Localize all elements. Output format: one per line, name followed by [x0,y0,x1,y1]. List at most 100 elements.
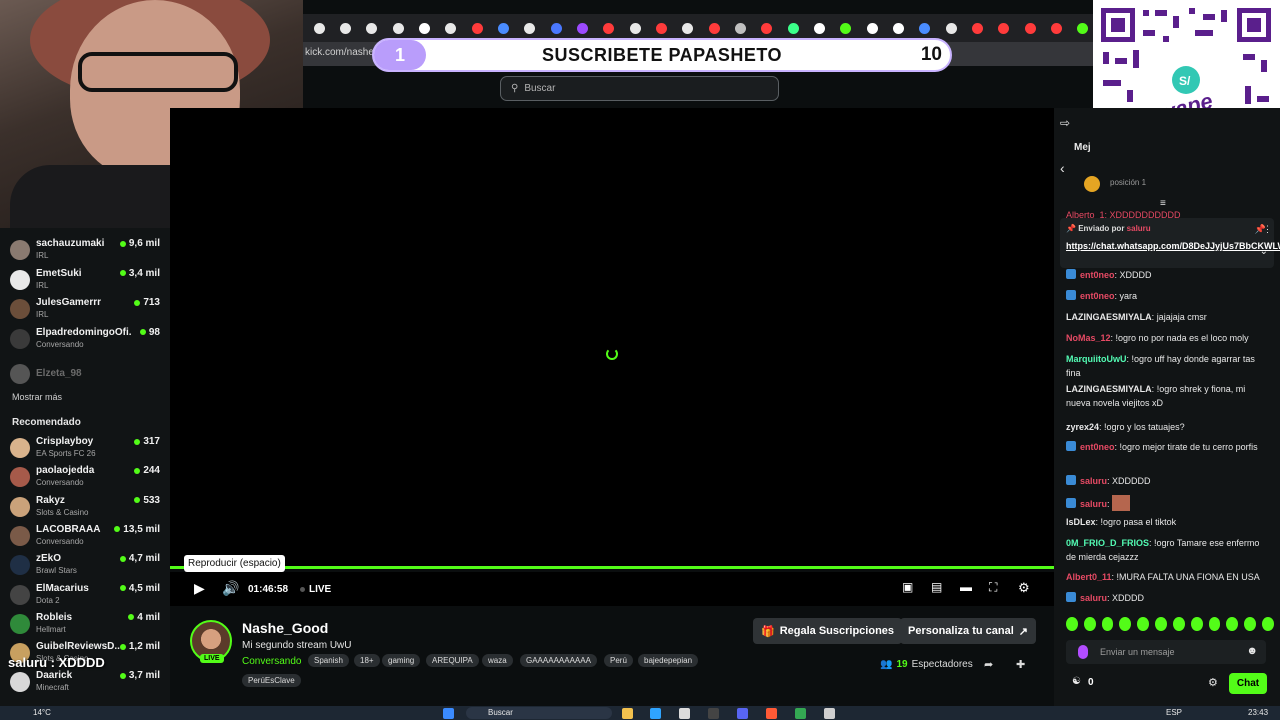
gift-subscriptions-button[interactable]: 🎁 Regala Suscripciones [753,618,903,644]
weather-temp[interactable]: 14°C [33,708,51,717]
chat-username[interactable]: ent0neo [1080,270,1115,280]
sidebar-channel[interactable]: Elzeta_98 [10,362,160,388]
emoji-icon[interactable]: ☻ [1246,645,1258,657]
chat-username[interactable]: saluru [1080,476,1107,486]
store-icon[interactable] [679,708,690,719]
file-explorer-icon[interactable] [622,708,633,719]
browser-tab-icon[interactable] [862,18,882,39]
emote-icon[interactable] [1226,617,1239,631]
sidebar-channel[interactable]: Crisplayboy EA Sports FC 26 317 [10,436,160,462]
chat-username[interactable]: zyrex24 [1066,422,1099,432]
sidebar-channel[interactable]: Rakyz Slots & Casino 533 [10,495,160,521]
sidebar-channel[interactable]: ElpadredomingoOfi... Conversando 98 [10,327,160,353]
chat-username[interactable]: LAZINGAESMIYALA [1066,384,1152,394]
chat-input[interactable]: Enviar un mensaje ☻ [1066,640,1266,664]
start-icon[interactable] [443,708,454,719]
chat-settings-icon[interactable]: ⚙ [1208,676,1218,689]
emote-icon[interactable] [1244,617,1257,631]
browser-tab-icon[interactable] [730,18,750,39]
share-icon[interactable]: ➦ [984,658,993,671]
browser-tab-icon[interactable] [678,18,698,39]
browser-tab-icon[interactable] [599,18,619,39]
browser-tab-icon[interactable] [809,18,829,39]
emote-icon[interactable] [1155,617,1167,631]
browser-tab-icon[interactable] [362,18,382,39]
sidebar-channel[interactable]: Daarick Minecraft 3,7 mil [10,670,160,696]
browser-tab-icon[interactable] [625,18,645,39]
browser-tab-icon[interactable] [1046,18,1066,39]
taskbar-search[interactable]: Buscar [466,707,612,719]
browser-tab-icon[interactable] [493,18,513,39]
sidebar-channel[interactable]: Robleis Hellmart 4 mil [10,612,160,638]
chevron-down-icon[interactable]: ⌄ [1260,246,1268,257]
collapse-chat-icon[interactable]: ⇨ [1060,116,1070,130]
browser-tab-icon[interactable] [414,18,434,39]
stream-category[interactable]: Conversando [242,656,301,667]
keyboard-language[interactable]: ESP [1166,708,1182,717]
browser-tab-icon[interactable] [1020,18,1040,39]
emote-icon[interactable] [1172,617,1185,631]
streamer-name[interactable]: Nashe_Good [242,620,328,636]
browser-tab-icon[interactable] [520,18,540,39]
emote-icon[interactable] [1083,617,1096,631]
theater-mode-icon[interactable]: ▬ [960,580,972,594]
chat-message[interactable]: ent0neo: !ogro mejor tirate de tu cerro … [1066,440,1271,454]
more-options-icon[interactable]: ⋮ [1263,224,1272,235]
stream-tag[interactable]: Spanish [308,654,349,667]
stream-tag[interactable]: bajedepepian [638,654,699,667]
chat-username[interactable]: NoMas_12 [1066,333,1111,343]
browser-tab-icon[interactable] [994,18,1014,39]
emote-icon[interactable] [1190,617,1203,631]
chat-username[interactable]: 0M_FRIO_D_FRIOS [1066,538,1149,548]
chat-message[interactable]: saluru: [1066,495,1271,511]
app-icon[interactable] [824,708,835,719]
chat-message[interactable]: IsDLex: !ogro pasa el tiktok [1066,515,1271,529]
browser-tab-icon[interactable] [783,18,803,39]
browser-tab-icon[interactable] [888,18,908,39]
sidebar-channel[interactable]: zEkO Brawl Stars 4,7 mil [10,553,160,579]
chat-username[interactable]: ent0neo [1080,442,1115,452]
pinned-link[interactable]: https://chat.whatsapp.com/D8DeJJyjUs7BbC… [1066,240,1280,253]
stream-tag[interactable]: PerúEsClave [242,674,301,687]
emote-icon[interactable] [1101,617,1114,631]
chat-message[interactable]: saluru: XDDDD [1066,591,1271,605]
browser-tab-icon[interactable] [335,18,355,39]
chat-message[interactable]: saluru: XDDDDD [1066,474,1271,488]
sidebar-channel[interactable]: JulesGamerrr IRL 713 [10,297,160,323]
sidebar-channel[interactable]: EmetSuki IRL 3,4 mil [10,268,160,294]
browser-tab-icon[interactable] [572,18,592,39]
chat-username[interactable]: ent0neo [1080,291,1115,301]
emote-icon[interactable] [1066,617,1078,631]
obs-icon[interactable] [708,708,719,719]
chat-username[interactable]: LAZINGAESMIYALA [1066,312,1152,322]
fullscreen-icon[interactable]: ⛶ [989,580,997,595]
clock[interactable]: 23:43 [1248,708,1268,717]
browser-tab-icon[interactable] [467,18,487,39]
browser-tab-icon[interactable] [757,18,777,39]
search-input[interactable]: ⚲ Buscar [500,76,779,101]
chat-send-button[interactable]: Chat [1229,673,1267,694]
points-icon[interactable]: ☯ [1072,676,1081,687]
stream-tag[interactable]: Perú [604,654,633,667]
settings-gear-icon[interactable]: ⚙ [1018,580,1030,596]
show-more-link[interactable]: Mostrar más [12,392,62,402]
video-player[interactable] [170,108,1054,568]
browser-tab-icon[interactable] [309,18,329,39]
browser-tab-icon[interactable] [546,18,566,39]
stream-tag[interactable]: waza [482,654,513,667]
brave-browser-icon[interactable] [766,708,777,719]
edge-browser-icon[interactable] [650,708,661,719]
chevron-left-icon[interactable]: ‹ [1060,160,1065,176]
browser-tab-icon[interactable] [1073,18,1093,39]
sidebar-channel[interactable]: LACOBRAAA Conversando 13,5 mil [10,524,160,550]
sidebar-channel[interactable]: sachauzumaki IRL 9,6 mil [10,238,160,264]
stream-tag[interactable]: 18+ [354,654,380,667]
browser-tab-icon[interactable] [388,18,408,39]
chat-username[interactable]: saluru [1080,593,1107,603]
progress-bar[interactable] [170,566,1054,569]
chrome-icon[interactable] [795,708,806,719]
url-text[interactable]: kick.com/nashe [305,47,374,58]
discord-icon[interactable] [737,708,748,719]
chat-message[interactable]: Albert0_11: !MURA FALTA UNA FIONA EN USA [1066,570,1271,584]
stream-tag[interactable]: GAAAAAAAAAAA [520,654,597,667]
